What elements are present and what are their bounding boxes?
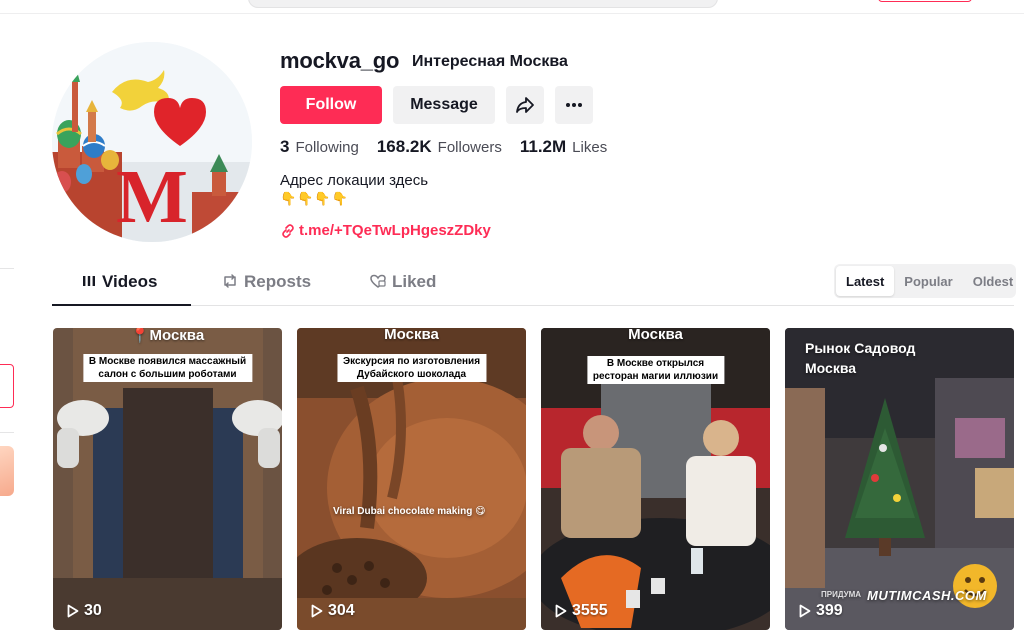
play-icon (799, 604, 811, 618)
sort-switcher: Latest Popular Oldest (834, 264, 1016, 298)
stat-number: 3 (280, 137, 290, 156)
video-overlay-text: Viral Dubai chocolate making 😋 (333, 506, 486, 517)
videos-grid-icon (83, 276, 95, 286)
likes-count: 11.2M Likes (520, 137, 607, 157)
tab-label: Videos (102, 272, 158, 291)
play-icon (555, 604, 567, 618)
tab-videos[interactable]: Videos (82, 272, 157, 306)
followers-count[interactable]: 168.2K Followers (377, 137, 502, 157)
more-icon (566, 103, 582, 107)
stat-number: 11.2M (519, 137, 567, 156)
video-location: Москва (628, 328, 683, 343)
video-location: Рынок Садовод Москва (805, 340, 916, 376)
view-count-text: 3555 (572, 602, 608, 619)
more-button[interactable] (555, 86, 593, 124)
video-caption: Экскурсия по изготовления Дубайского шок… (336, 354, 487, 382)
view-count-text: 399 (816, 602, 843, 619)
sort-popular[interactable]: Popular (894, 266, 962, 296)
link-icon (282, 223, 294, 238)
nickname: Интересная Москва (412, 53, 568, 70)
sort-latest[interactable]: Latest (836, 266, 895, 296)
profile-link[interactable]: t.me/+TQeTwLpHgeszZDky (281, 222, 491, 239)
bio-emojis: 👇👇👇👇 (280, 191, 349, 206)
view-count: 3555 (555, 602, 608, 620)
tab-liked[interactable]: Liked (370, 272, 436, 306)
top-header (0, 0, 1024, 14)
view-count: 30 (67, 602, 102, 620)
sidebar-divider (0, 432, 14, 433)
view-count-text: 304 (328, 602, 355, 619)
avatar[interactable]: M (52, 42, 252, 242)
caption-line: В Москве открылся (606, 358, 705, 369)
active-tab-indicator (52, 304, 191, 306)
video-small-text: ПРИДУМА (821, 590, 862, 599)
sidebar-divider (0, 268, 14, 269)
link-text: t.me/+TQeTwLpHgeszZDky (299, 222, 491, 239)
repost-icon (224, 274, 236, 288)
caption-line: ресторан магии иллюзии (592, 371, 719, 382)
video-card[interactable]: Москва В Москве открылся ресторан магии … (541, 328, 770, 630)
sidebar-login-button[interactable] (0, 364, 14, 408)
share-icon (516, 97, 534, 113)
caption-line: В Москве появился массажный (88, 356, 247, 367)
stat-number: 168.2K (376, 137, 432, 156)
video-caption: В Москве открылся ресторан магии иллюзии (586, 356, 725, 384)
view-count-text: 30 (84, 602, 102, 619)
stat-label: Followers (437, 139, 502, 156)
sort-oldest[interactable]: Oldest (963, 266, 1023, 296)
upload-button[interactable] (878, 0, 972, 2)
username: mockva_go (280, 48, 400, 73)
share-button[interactable] (506, 86, 544, 124)
view-count: 304 (311, 602, 355, 620)
profile-stats: 3 Following 168.2K Followers 11.2M Likes (280, 137, 625, 157)
video-location: 📍Москва (130, 328, 205, 344)
tab-label: Liked (392, 272, 437, 291)
sidebar-thumbnail[interactable] (0, 446, 14, 496)
caption-line: Экскурсия по изготовления (342, 356, 481, 367)
play-icon (311, 604, 323, 618)
tab-label: Reposts (244, 272, 312, 291)
bio-text: Адрес локации здесь (280, 172, 429, 189)
watermark-text: MUTIMCASH.COM (867, 588, 987, 603)
caption-line: Дубайского шоколада (356, 369, 467, 380)
stat-label: Likes (572, 139, 608, 156)
follow-button[interactable]: Follow (280, 86, 382, 124)
message-button[interactable]: Message (393, 86, 495, 124)
avatar-letter: M (116, 155, 188, 239)
stat-label: Following (295, 139, 359, 156)
caption-line: салон с большим роботами (98, 369, 237, 380)
video-caption: В Москве появился массажный салон с боль… (82, 354, 253, 382)
following-count[interactable]: 3 Following (280, 137, 359, 157)
video-card[interactable]: Рынок Садовод Москва ПРИДУМА MUTIMCASH.C… (785, 328, 1014, 630)
video-card[interactable]: Москва Экскурсия по изготовления Дубайск… (297, 328, 526, 630)
play-icon (67, 604, 79, 618)
video-location: Москва (384, 328, 439, 343)
tab-reposts[interactable]: Reposts (222, 272, 311, 306)
liked-heart-icon (370, 274, 386, 288)
view-count: 399 (799, 602, 843, 620)
search-bar[interactable] (248, 0, 718, 8)
video-card[interactable]: 📍Москва В Москве появился массажный сало… (53, 328, 282, 630)
